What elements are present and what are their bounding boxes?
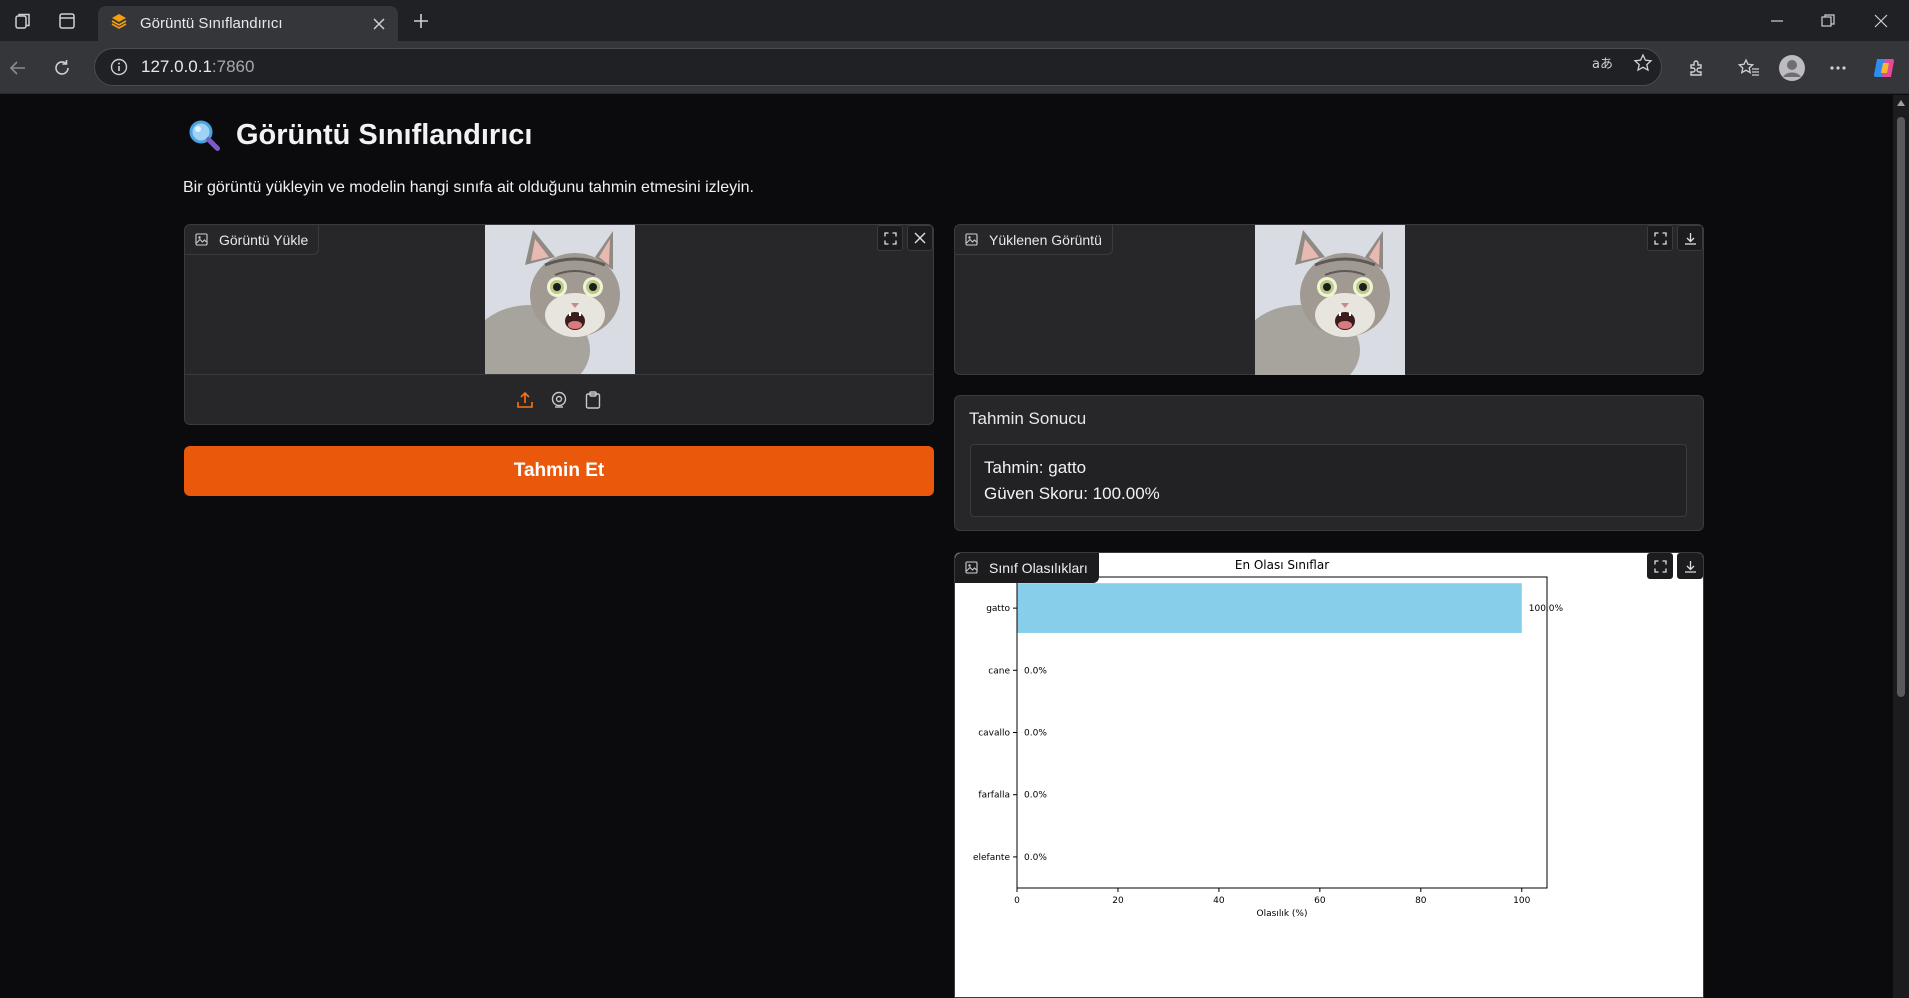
more-options-icon[interactable]	[1822, 52, 1854, 84]
value-label-cavallo: 0.0%	[1024, 729, 1047, 739]
close-window-icon[interactable]	[1853, 0, 1909, 41]
uploaded-image-panel: Yüklenen Görüntü	[954, 224, 1704, 375]
x-axis-label: Olasılık (%)	[1257, 909, 1308, 919]
x-tick-label-20: 20	[1112, 896, 1124, 906]
result-textbox[interactable]: Tahmin: gatto Güven Skoru: 100.00%	[970, 444, 1687, 517]
extensions-icon[interactable]	[1681, 52, 1713, 84]
probability-chart: En Olası Sınıflar gatto 100.0% cane 0.0% cava…	[973, 558, 1564, 919]
y-tick-label-gatto: gatto	[986, 604, 1010, 614]
download-icon[interactable]	[1677, 225, 1703, 251]
new-tab-icon[interactable]	[408, 8, 434, 34]
upload-panel-label: Görüntü Yükle	[185, 225, 320, 255]
browser-tab-bar: Görüntü Sınıflandırıcı	[0, 0, 1909, 41]
value-label-farfalla: 0.0%	[1024, 791, 1047, 801]
upload-icon[interactable]	[514, 389, 536, 411]
back-icon[interactable]	[2, 52, 34, 84]
fullscreen-icon[interactable]	[877, 225, 903, 251]
y-tick-label-farfalla: farfalla	[978, 791, 1010, 801]
prediction-line: Tahmin: gatto	[984, 458, 1087, 477]
chart-panel-label: Sınıf Olasılıkları	[955, 553, 1099, 583]
workspaces-icon[interactable]	[10, 8, 36, 34]
image-icon	[195, 233, 209, 247]
upload-image-panel[interactable]: Görüntü Yükle	[184, 224, 934, 425]
prediction-result-panel: Tahmin Sonucu Tahmin: gatto Güven Skoru:…	[954, 395, 1704, 531]
page-scrollbar[interactable]	[1893, 95, 1909, 998]
site-info-icon[interactable]	[109, 57, 129, 77]
app-title: Görüntü Sınıflandırıcı	[186, 115, 532, 155]
scroll-thumb[interactable]	[1897, 117, 1905, 697]
preview-cat-image	[1255, 225, 1405, 375]
y-tick-label-cane: cane	[988, 666, 1010, 676]
y-tick-label-elefante: elefante	[973, 853, 1010, 863]
uploaded-cat-image	[485, 225, 635, 375]
favorites-icon[interactable]	[1733, 52, 1765, 84]
tab-title: Görüntü Sınıflandırıcı	[140, 15, 283, 32]
uploaded-panel-label: Yüklenen Görüntü	[955, 225, 1113, 255]
confidence-line: Güven Skoru: 100.00%	[984, 484, 1160, 503]
chart-title: En Olası Sınıflar	[1235, 558, 1329, 572]
page-viewport: Görüntü Sınıflandırıcı Bir görüntü yükle…	[0, 95, 1893, 998]
read-aloud-icon[interactable]: aあ	[1589, 50, 1615, 76]
x-tick-label-40: 40	[1213, 896, 1225, 906]
address-bar[interactable]: 127.0.0.1:7860	[94, 48, 1662, 86]
image-icon	[965, 233, 979, 247]
x-tick-label-60: 60	[1314, 896, 1326, 906]
app-description: Bir görüntü yükleyin ve modelin hangi sı…	[183, 179, 754, 196]
copilot-icon[interactable]	[1868, 52, 1900, 84]
fullscreen-icon[interactable]	[1647, 553, 1673, 579]
y-tick-label-cavallo: cavallo	[978, 729, 1010, 739]
webcam-icon[interactable]	[548, 389, 570, 411]
restore-icon[interactable]	[1800, 0, 1856, 41]
download-icon[interactable]	[1677, 553, 1703, 579]
address-toolbar: 127.0.0.1:7860 aあ	[0, 41, 1909, 94]
url-text: 127.0.0.1:7860	[141, 57, 255, 76]
active-tab[interactable]: Görüntü Sınıflandırıcı	[98, 6, 398, 41]
svg-text:aあ: aあ	[1592, 57, 1613, 72]
close-tab-icon[interactable]	[368, 13, 390, 35]
result-label: Tahmin Sonucu	[969, 409, 1087, 428]
reload-icon[interactable]	[46, 52, 78, 84]
clipboard-icon[interactable]	[582, 389, 604, 411]
x-tick-label-0: 0	[1014, 896, 1020, 906]
clear-image-icon[interactable]	[907, 225, 933, 251]
profile-avatar[interactable]	[1776, 52, 1808, 84]
predict-button[interactable]: Tahmin Et	[184, 446, 934, 496]
upload-source-toolbar	[185, 374, 933, 424]
minimize-icon[interactable]	[1749, 0, 1805, 41]
magnifier-icon	[186, 117, 222, 153]
class-probabilities-panel: En Olası Sınıflar gatto 100.0% cane 0.0% cava…	[954, 552, 1704, 998]
x-tick-label-80: 80	[1415, 896, 1427, 906]
app-title-text: Görüntü Sınıflandırıcı	[236, 118, 533, 151]
x-tick-label-100: 100	[1513, 896, 1530, 906]
value-label-cane: 0.0%	[1024, 666, 1047, 676]
tab-actions-icon[interactable]	[54, 8, 80, 34]
favorite-star-icon[interactable]	[1630, 50, 1656, 76]
value-label-elefante: 0.0%	[1024, 853, 1047, 863]
scroll-up-icon[interactable]	[1897, 100, 1905, 106]
image-icon	[965, 561, 979, 575]
gradio-logo-icon	[110, 12, 128, 35]
value-label-gatto: 100.0%	[1529, 604, 1564, 614]
fullscreen-icon[interactable]	[1647, 225, 1673, 251]
bar-gatto	[1017, 583, 1522, 633]
